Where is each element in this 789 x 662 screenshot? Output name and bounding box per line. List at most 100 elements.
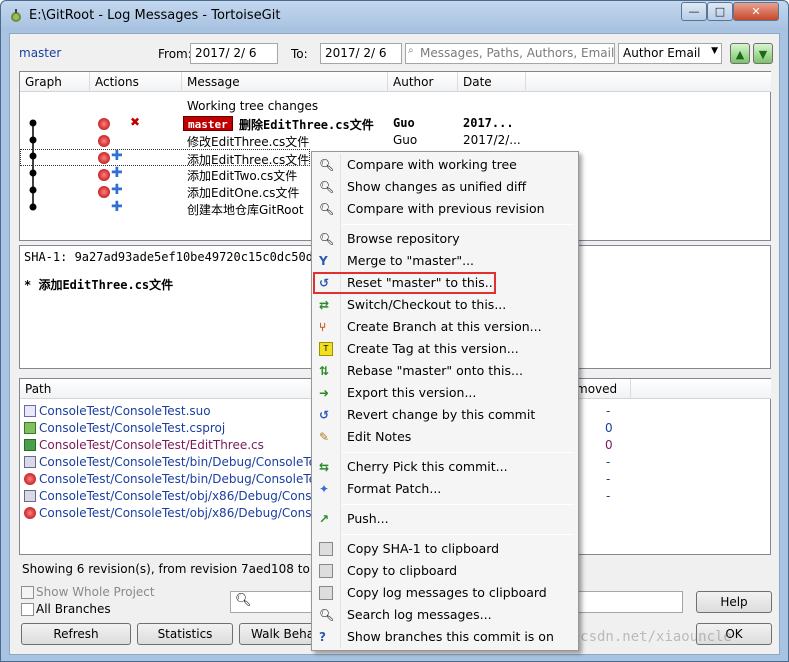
all-branches-checkbox[interactable] [21,603,34,616]
file-row[interactable]: ConsoleTest/ConsoleTest.csproj [24,421,225,438]
sha-line: SHA-1: 9a27ad93ade5ef10be49720c15c0dc50d… [24,250,321,264]
log-author: Guo [393,116,415,130]
column-date[interactable]: Date [458,72,526,92]
column-author[interactable]: Author [388,72,458,92]
menu-item-copy-sha1[interactable]: Copy SHA-1 to clipboard [314,538,576,560]
search-icon: 🔍︎ [235,593,252,608]
menu-item-copy-log-messages[interactable]: Copy log messages to clipboard [314,582,576,604]
context-menu[interactable]: 🔍︎ Compare with working tree 🔍︎ Show chang… [311,151,579,651]
show-whole-project-checkbox[interactable] [21,586,34,599]
exe-file-icon [24,490,36,502]
help-button[interactable]: Help [696,591,772,613]
menu-item-label: Show branches this commit is on [347,629,554,644]
column-actions[interactable]: Actions [90,72,182,92]
filter-select[interactable]: Author Email ▼ [618,43,722,64]
statistics-button[interactable]: Statistics [137,623,233,645]
menu-item-compare-previous[interactable]: 🔍︎ Compare with previous revision [314,198,576,220]
chevron-down-icon: ▼ [711,46,718,56]
log-row-working-tree[interactable]: Working tree changes [20,98,770,115]
menu-item-push[interactable]: ↗ Push... [314,508,576,530]
column-removed[interactable]: moved [571,379,631,399]
menu-item-label: Browse repository [347,231,460,246]
menu-item-merge[interactable]: Y Merge to "master"... [314,250,576,272]
column-graph[interactable]: Graph [20,72,90,92]
removed-count: - [606,489,611,503]
modified-action-icon [98,118,110,130]
patch-icon: ✦ [319,482,330,496]
add-action-icon: ✚ [111,199,123,215]
file-path: ConsoleTest/ConsoleTest.csproj [39,421,226,435]
removed-count: - [606,472,611,486]
close-button[interactable]: ✕ [733,2,779,21]
log-message: 修改EditThree.cs文件 [187,135,310,149]
log-row-selected[interactable]: ✚ 添加EditThree.cs文件 [20,148,310,167]
commit-message: * 添加EditThree.cs文件 [24,278,174,292]
log-message: 添加EditOne.cs文件 [187,186,300,200]
menu-item-revert[interactable]: ↺ Revert change by this commit [314,404,576,426]
clipboard-icon [319,586,333,600]
menu-item-switch-checkout[interactable]: ⇄ Switch/Checkout to this... [314,294,576,316]
menu-item-create-tag[interactable]: T Create Tag at this version... [314,338,576,360]
log-row[interactable]: 修改EditThree.cs文件 Guo 2017/2/... [20,132,770,149]
menu-item-format-patch[interactable]: ✦ Format Patch... [314,478,576,500]
exe-file-icon [24,456,36,468]
menu-item-label: Merge to "master"... [347,253,475,268]
walk-behaviour-button[interactable]: Walk Behavio [239,623,319,645]
file-row[interactable]: ConsoleTest/ConsoleTest.suo [24,404,211,421]
removed-count: - [606,404,611,418]
file-row[interactable]: ConsoleTest/ConsoleTest/EditThree.cs [24,438,264,455]
menu-item-compare-working-tree[interactable]: 🔍︎ Compare with working tree [314,154,576,176]
cs-file-icon [24,439,36,451]
menu-item-label: Compare with working tree [347,157,517,172]
branch-badge-master[interactable]: master [183,116,233,131]
menu-item-rebase[interactable]: ⇅ Rebase "master" onto this... [314,360,576,382]
removed-count: - [606,455,611,469]
menu-item-export[interactable]: ➜ Export this version... [314,382,576,404]
log-row[interactable]: ✖ master 删除EditThree.cs文件 Guo 2017... [20,115,770,132]
menu-item-unified-diff[interactable]: 🔍︎ Show changes as unified diff [314,176,576,198]
push-icon: ↗ [319,512,330,526]
pdb-file-icon [24,473,36,485]
help-icon: ? [319,630,326,644]
menu-item-copy-clipboard[interactable]: Copy to clipboard [314,560,576,582]
magnifier-icon: 🔍︎ [319,202,335,216]
reset-highlight-box [313,272,496,294]
arrow-up-icon: ▲ [735,48,745,61]
menu-item-label: Rebase "master" onto this... [347,363,523,378]
menu-item-browse-repository[interactable]: 🔍︎ Browse repository [314,228,576,250]
column-message[interactable]: Message [182,72,388,92]
minimize-button[interactable]: — [681,2,707,21]
to-date-picker[interactable]: 2017/ 2/ 6 [320,43,402,64]
branch-link[interactable]: master [19,46,61,60]
refresh-button[interactable]: Refresh [21,623,131,645]
file-row[interactable]: ConsoleTest/ConsoleTest/bin/Debug/Consol… [24,472,354,489]
menu-separator [342,224,574,225]
menu-item-label: Switch/Checkout to this... [347,297,507,312]
log-author: Guo [393,133,418,147]
tag-icon: T [319,342,333,356]
tortoisegit-app-icon [11,9,21,22]
next-range-button[interactable]: ▼ [753,43,773,64]
all-branches-label: All Branches [36,602,111,616]
menu-item-cherry-pick[interactable]: ⇆ Cherry Pick this commit... [314,456,576,478]
title-bar[interactable]: E:\GitRoot - Log Messages - TortoiseGit … [1,1,788,31]
magnifier-icon: 🔍︎ [319,158,335,172]
menu-item-search-log[interactable]: 🔍︎ Search log messages... [314,604,576,626]
menu-item-label: Export this version... [347,385,477,400]
menu-item-create-branch[interactable]: ⑂ Create Branch at this version... [314,316,576,338]
previous-range-button[interactable]: ▲ [730,43,750,64]
rebase-icon: ⇅ [319,364,330,378]
menu-item-edit-notes[interactable]: ✎ Edit Notes [314,426,576,448]
file-row[interactable]: ConsoleTest/ConsoleTest/bin/Debug/Consol… [24,455,352,472]
column-filler [526,72,771,92]
search-dropdown-icon[interactable]: ⌕ [408,45,414,56]
maximize-button[interactable]: □ [707,2,733,21]
search-input[interactable]: ⌕ Messages, Paths, Authors, Emails, SHA-… [405,43,615,64]
from-date-picker[interactable]: 2017/ 2/ 6 [190,43,278,64]
pdb-file-icon [24,507,36,519]
cherry-pick-icon: ⇆ [319,460,330,474]
clipboard-icon [319,542,333,556]
log-message: 创建本地仓库GitRoot [187,203,304,217]
modified-action-icon [98,186,110,198]
menu-item-show-branches[interactable]: ? Show branches this commit is on [314,626,576,648]
